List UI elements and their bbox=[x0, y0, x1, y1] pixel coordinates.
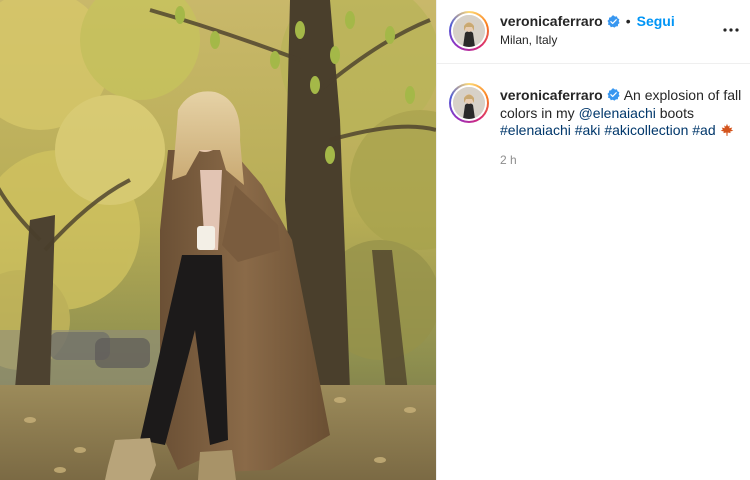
hashtag-link[interactable]: #akicollection bbox=[604, 122, 688, 138]
post-header: veronicaferraro • Segui Milan, Italy bbox=[437, 0, 750, 64]
hashtag-link[interactable]: #aki bbox=[575, 122, 601, 138]
caption-text: veronicaferraro An explosion of fall colo… bbox=[500, 87, 745, 140]
avatar-inner bbox=[451, 85, 487, 121]
verified-badge-icon bbox=[607, 88, 620, 101]
mention-link[interactable]: @elenaiachi bbox=[579, 105, 656, 121]
verified-badge-icon bbox=[607, 14, 620, 28]
instagram-post: veronicaferraro • Segui Milan, Italy ver… bbox=[0, 0, 750, 480]
maple-leaf-icon bbox=[720, 123, 733, 136]
post-photo[interactable] bbox=[0, 0, 436, 480]
profile-photo-icon bbox=[453, 15, 485, 47]
author-name-row: veronicaferraro • Segui bbox=[500, 13, 675, 29]
caption-username[interactable]: veronicaferraro bbox=[500, 87, 603, 103]
caption-avatar[interactable] bbox=[449, 83, 489, 123]
caption-body-after: boots bbox=[655, 104, 694, 121]
hashtag-link[interactable]: #elenaiachi bbox=[500, 122, 571, 138]
author-username[interactable]: veronicaferraro bbox=[500, 13, 603, 29]
profile-photo-icon bbox=[453, 87, 485, 119]
post-timestamp[interactable]: 2 h bbox=[500, 153, 517, 167]
autumn-park-photo bbox=[0, 0, 436, 480]
author-avatar[interactable] bbox=[449, 11, 489, 51]
hashtag-link[interactable]: #ad bbox=[692, 122, 715, 138]
post-side-panel: veronicaferraro • Segui Milan, Italy ver… bbox=[436, 0, 750, 480]
avatar-inner bbox=[451, 13, 487, 49]
more-options-icon[interactable] bbox=[719, 18, 743, 42]
post-location[interactable]: Milan, Italy bbox=[500, 33, 557, 47]
follow-button[interactable]: Segui bbox=[637, 13, 675, 29]
separator-dot: • bbox=[625, 13, 631, 29]
